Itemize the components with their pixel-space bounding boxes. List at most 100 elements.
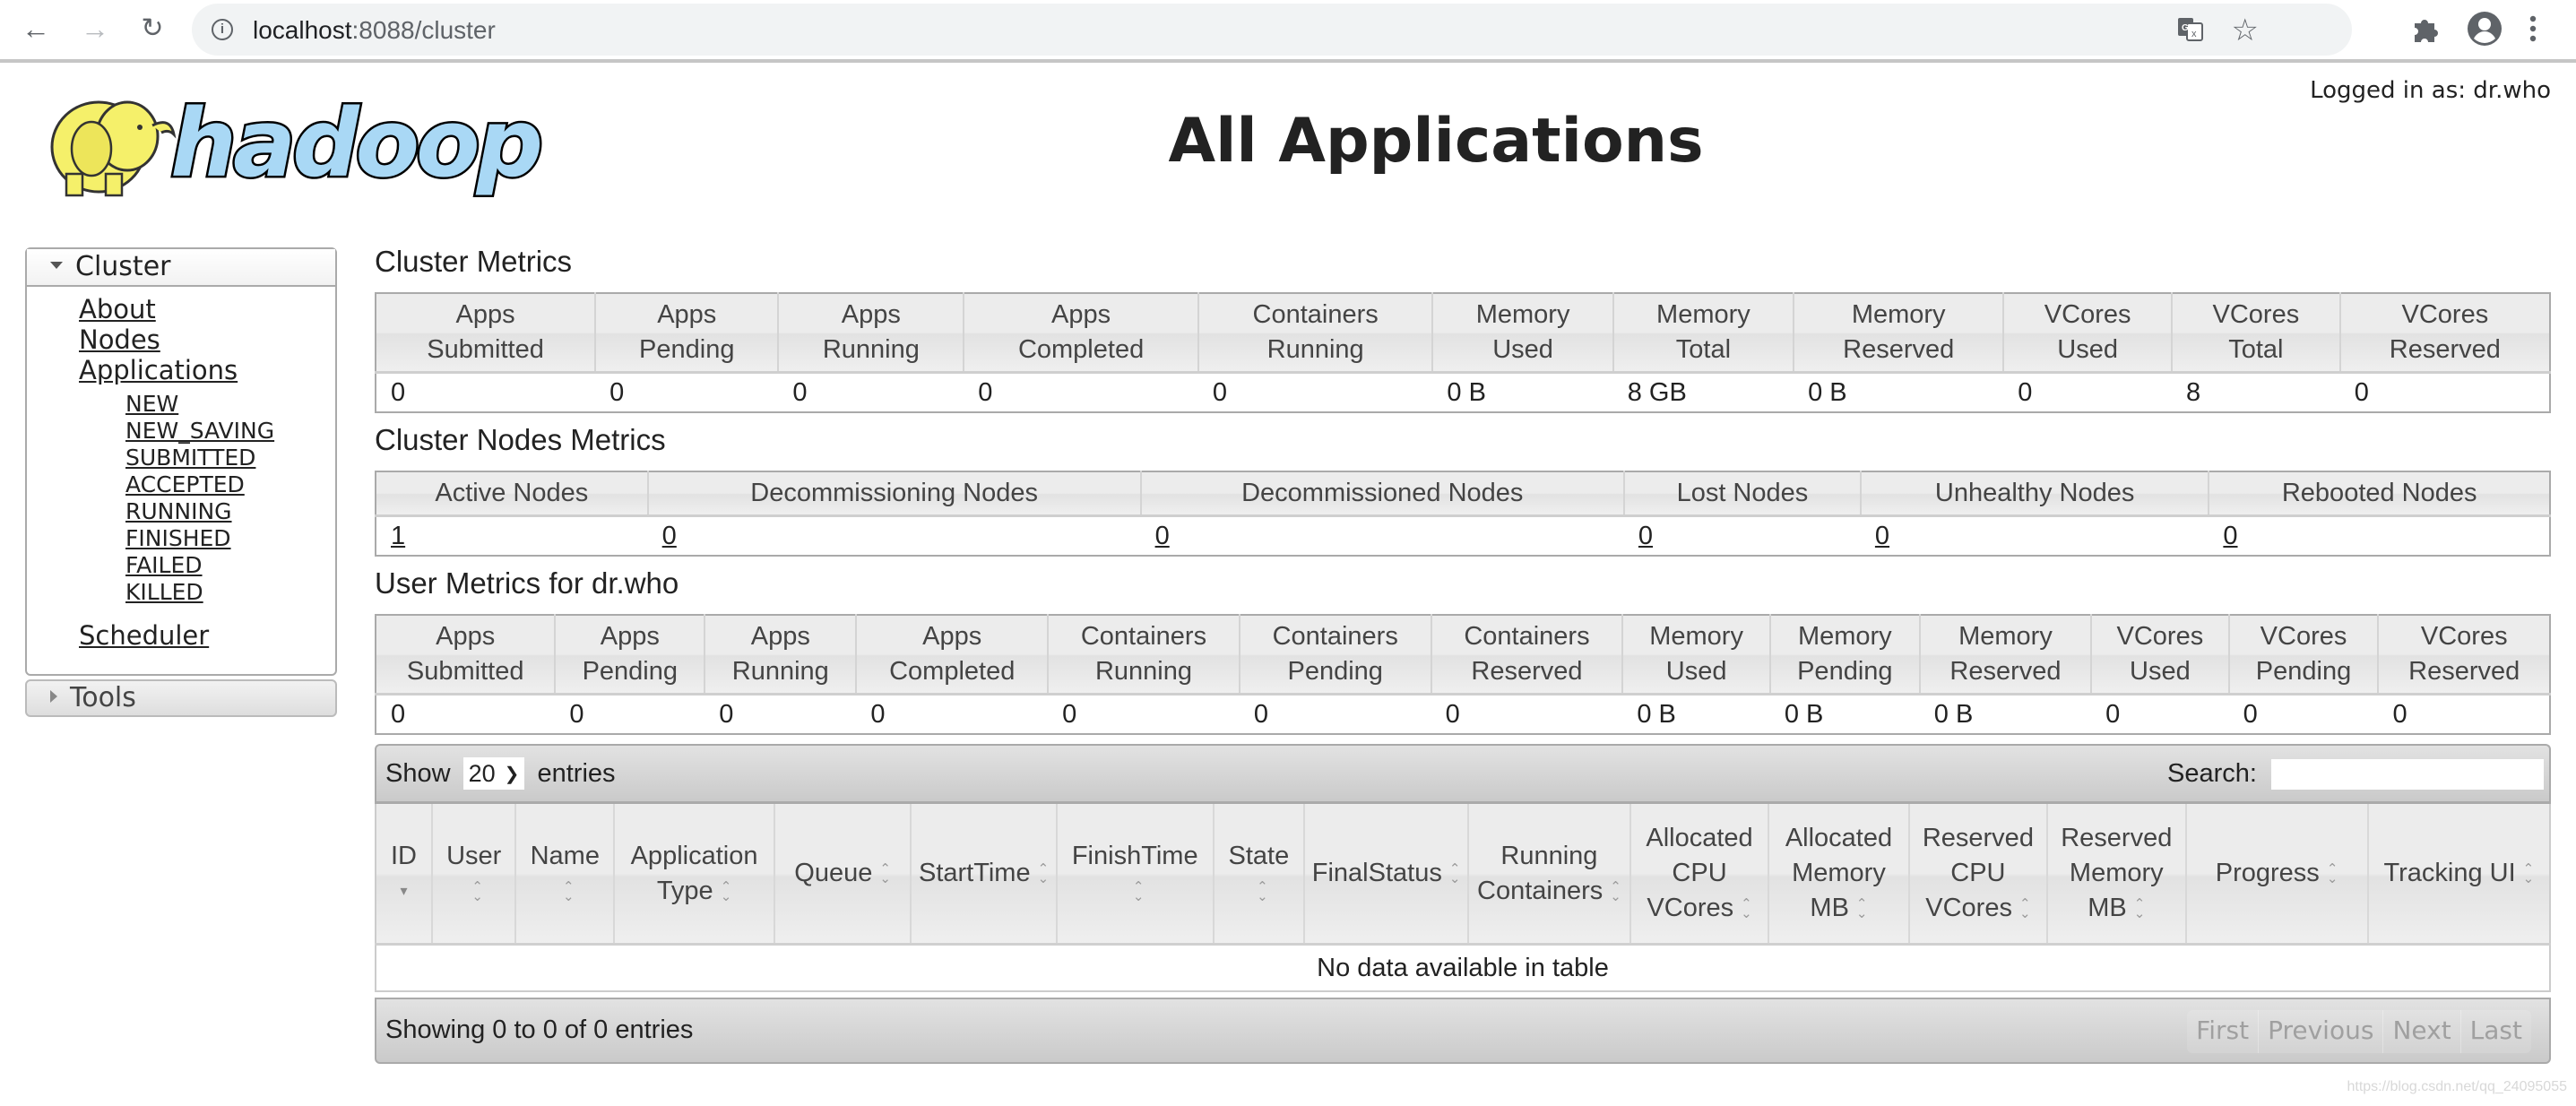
header-line: Containers — [1464, 622, 1590, 651]
header-line: Running — [822, 335, 920, 364]
column-label: FinishTime — [1071, 841, 1198, 870]
sort-both-icon: ⌃ ⌄ — [1257, 878, 1268, 904]
app-state-accepted[interactable]: ACCEPTED — [125, 471, 335, 498]
page-title: All Applications — [1168, 106, 1704, 177]
sort-both-icon: ⌃ ⌄ — [1610, 878, 1621, 904]
column-header-queue[interactable]: Queue ⌃ ⌄ — [774, 802, 912, 946]
sort-both-icon: ⌃ ⌄ — [879, 861, 891, 887]
header-line: Reserved — [1471, 657, 1583, 686]
pager-last-button[interactable]: Last — [2461, 1010, 2531, 1053]
node-count-link[interactable]: 0 — [1875, 522, 1889, 550]
profile-icon[interactable] — [2467, 11, 2503, 47]
node-count-link[interactable]: 0 — [1155, 522, 1170, 550]
app-state-running[interactable]: RUNNING — [125, 498, 335, 525]
column-header-finishtime[interactable]: FinishTime ⌃ ⌄ — [1056, 802, 1215, 946]
watermark: https://blog.csdn.net/qq_24095055 — [2347, 1079, 2567, 1094]
entries-label: entries — [537, 759, 616, 788]
apps-table-toolbar: Show 20 ❯ entries Search: — [375, 744, 2551, 801]
column-header-allocated-memory-mb[interactable]: Allocated Memory MB ⌃ ⌄ — [1768, 802, 1910, 946]
cluster-panel-header[interactable]: Cluster — [27, 249, 335, 287]
header-line: Apps — [436, 622, 496, 651]
cluster-panel: Cluster About Nodes Applications NEW NEW… — [25, 247, 337, 676]
header-line: Reserved — [2389, 335, 2501, 364]
metric-value: 0 B — [1622, 694, 1770, 734]
applications-table: ID ▾ User⌃ ⌄ Name⌃ ⌄ Application Type ⌃ ⌄ Queue ⌃ ⌄… — [375, 801, 2551, 992]
chevron-down-icon: ❯ — [504, 765, 520, 784]
column-header-finalstatus[interactable]: FinalStatus ⌃ ⌄ — [1304, 802, 1470, 946]
column-header-user[interactable]: User ⌃ ⌄ — [431, 802, 517, 946]
header-line: VCores — [2401, 300, 2489, 329]
logged-in-user: Logged in as: dr.who — [2310, 77, 2551, 104]
app-state-failed[interactable]: FAILED — [125, 552, 335, 579]
search-label: Search: — [2166, 759, 2257, 788]
menu-icon[interactable] — [2529, 14, 2537, 43]
apps-table-footer: Showing 0 to 0 of 0 entries First Previo… — [375, 998, 2551, 1064]
column-header-starttime[interactable]: StartTime ⌃ ⌄ — [911, 802, 1058, 946]
header-line: Completed — [889, 657, 1016, 686]
app-state-submitted[interactable]: SUBMITTED — [125, 445, 335, 471]
node-count-link[interactable]: 0 — [1638, 522, 1653, 550]
column-header-state[interactable]: State ⌃ ⌄ — [1213, 802, 1306, 946]
header-line: Containers — [1272, 622, 1398, 651]
pager-previous-button[interactable]: Previous — [2259, 1010, 2384, 1053]
app-state-new[interactable]: NEW — [125, 391, 335, 418]
metric-value: 0 — [1048, 694, 1240, 734]
column-header-reserved-memory-mb[interactable]: Reserved Memory MB ⌃ ⌄ — [2047, 802, 2187, 946]
app-state-killed[interactable]: KILLED — [125, 579, 335, 606]
column-header-apps-running: Apps Running — [778, 293, 965, 374]
header-line: Used — [2057, 335, 2118, 364]
column-header-progress[interactable]: Progress ⌃ ⌄ — [2185, 802, 2369, 946]
header-line: Memory — [1797, 622, 1892, 651]
address-bar[interactable]: i localhost:8088/cluster G x ☆ — [192, 4, 2352, 56]
app-state-finished[interactable]: FINISHED — [125, 525, 335, 552]
user-metrics-table: Apps Submitted Apps Pending Apps Running Apps C… — [375, 614, 2551, 735]
metric-value: 0 — [1431, 694, 1623, 734]
url-text[interactable]: localhost:8088/cluster — [253, 16, 496, 45]
table-row: No data available in table — [376, 944, 2550, 991]
column-header-reserved-cpu-vcores[interactable]: Reserved CPU VCores ⌃ ⌄ — [1908, 802, 2049, 946]
cluster-panel-label: Cluster — [75, 251, 171, 282]
reload-icon[interactable]: ↻ — [136, 13, 169, 45]
column-header-name[interactable]: Name ⌃ ⌄ — [515, 802, 616, 946]
sidebar-link-about[interactable]: About — [79, 294, 335, 324]
sidebar-link-applications[interactable]: Applications — [79, 355, 335, 385]
node-count-link[interactable]: 1 — [391, 522, 405, 550]
pager-next-button[interactable]: Next — [2383, 1010, 2461, 1053]
metric-value: 0 — [595, 372, 779, 412]
forward-arrow-icon[interactable]: → — [79, 13, 111, 45]
column-header-active-nodes: Active Nodes — [376, 471, 649, 517]
app-state-new-saving[interactable]: NEW_SAVING — [125, 418, 335, 445]
column-header-rebooted-nodes: Rebooted Nodes — [2209, 471, 2550, 517]
header-line: Apps — [922, 622, 982, 651]
column-label: Application Type — [630, 841, 758, 905]
extensions-icon[interactable] — [2411, 14, 2440, 43]
column-header-lost-nodes: Lost Nodes — [1623, 471, 1862, 517]
column-header-running-containers[interactable]: Running Containers ⌃ ⌄ — [1468, 802, 1631, 946]
node-count-link[interactable]: 0 — [2223, 522, 2237, 550]
info-icon[interactable]: i — [212, 19, 233, 40]
pager-first-button[interactable]: First — [2187, 1010, 2260, 1053]
metric-value: 0 — [2091, 694, 2229, 734]
page-size-select[interactable]: 20 ❯ — [462, 757, 525, 790]
sort-both-icon: ⌃ ⌄ — [1741, 896, 1752, 922]
column-header-application-type[interactable]: Application Type ⌃ ⌄ — [614, 802, 775, 946]
sidebar-link-nodes[interactable]: Nodes — [79, 324, 335, 355]
translate-icon[interactable]: G x — [2178, 18, 2203, 41]
search-input[interactable] — [2271, 759, 2544, 791]
sidebar-link-scheduler[interactable]: Scheduler — [79, 620, 335, 651]
metric-value: 0 — [2378, 694, 2550, 734]
tools-panel-header[interactable]: Tools — [25, 679, 337, 717]
column-header-memory-pending: Memory Pending — [1769, 615, 1921, 696]
star-icon[interactable]: ☆ — [2232, 13, 2259, 48]
header-line: Reserved — [2408, 657, 2520, 686]
column-header-apps-submitted: Apps Submitted — [376, 615, 557, 696]
node-count-link[interactable]: 0 — [662, 522, 677, 550]
column-header-tracking-ui[interactable]: Tracking UI ⌃ ⌄ — [2367, 802, 2550, 946]
header-line: Apps — [657, 300, 717, 329]
metric-value: 0 — [376, 694, 556, 734]
page-header: hadoop All Applications Logged in as: dr… — [0, 63, 2576, 233]
column-header-allocated-cpu-vcores[interactable]: Allocated CPU VCores ⌃ ⌄ — [1629, 802, 1770, 946]
column-header-id[interactable]: ID ▾ — [376, 802, 433, 946]
column-label: Allocated CPU VCores — [1646, 824, 1753, 922]
back-arrow-icon[interactable]: ← — [20, 13, 52, 45]
